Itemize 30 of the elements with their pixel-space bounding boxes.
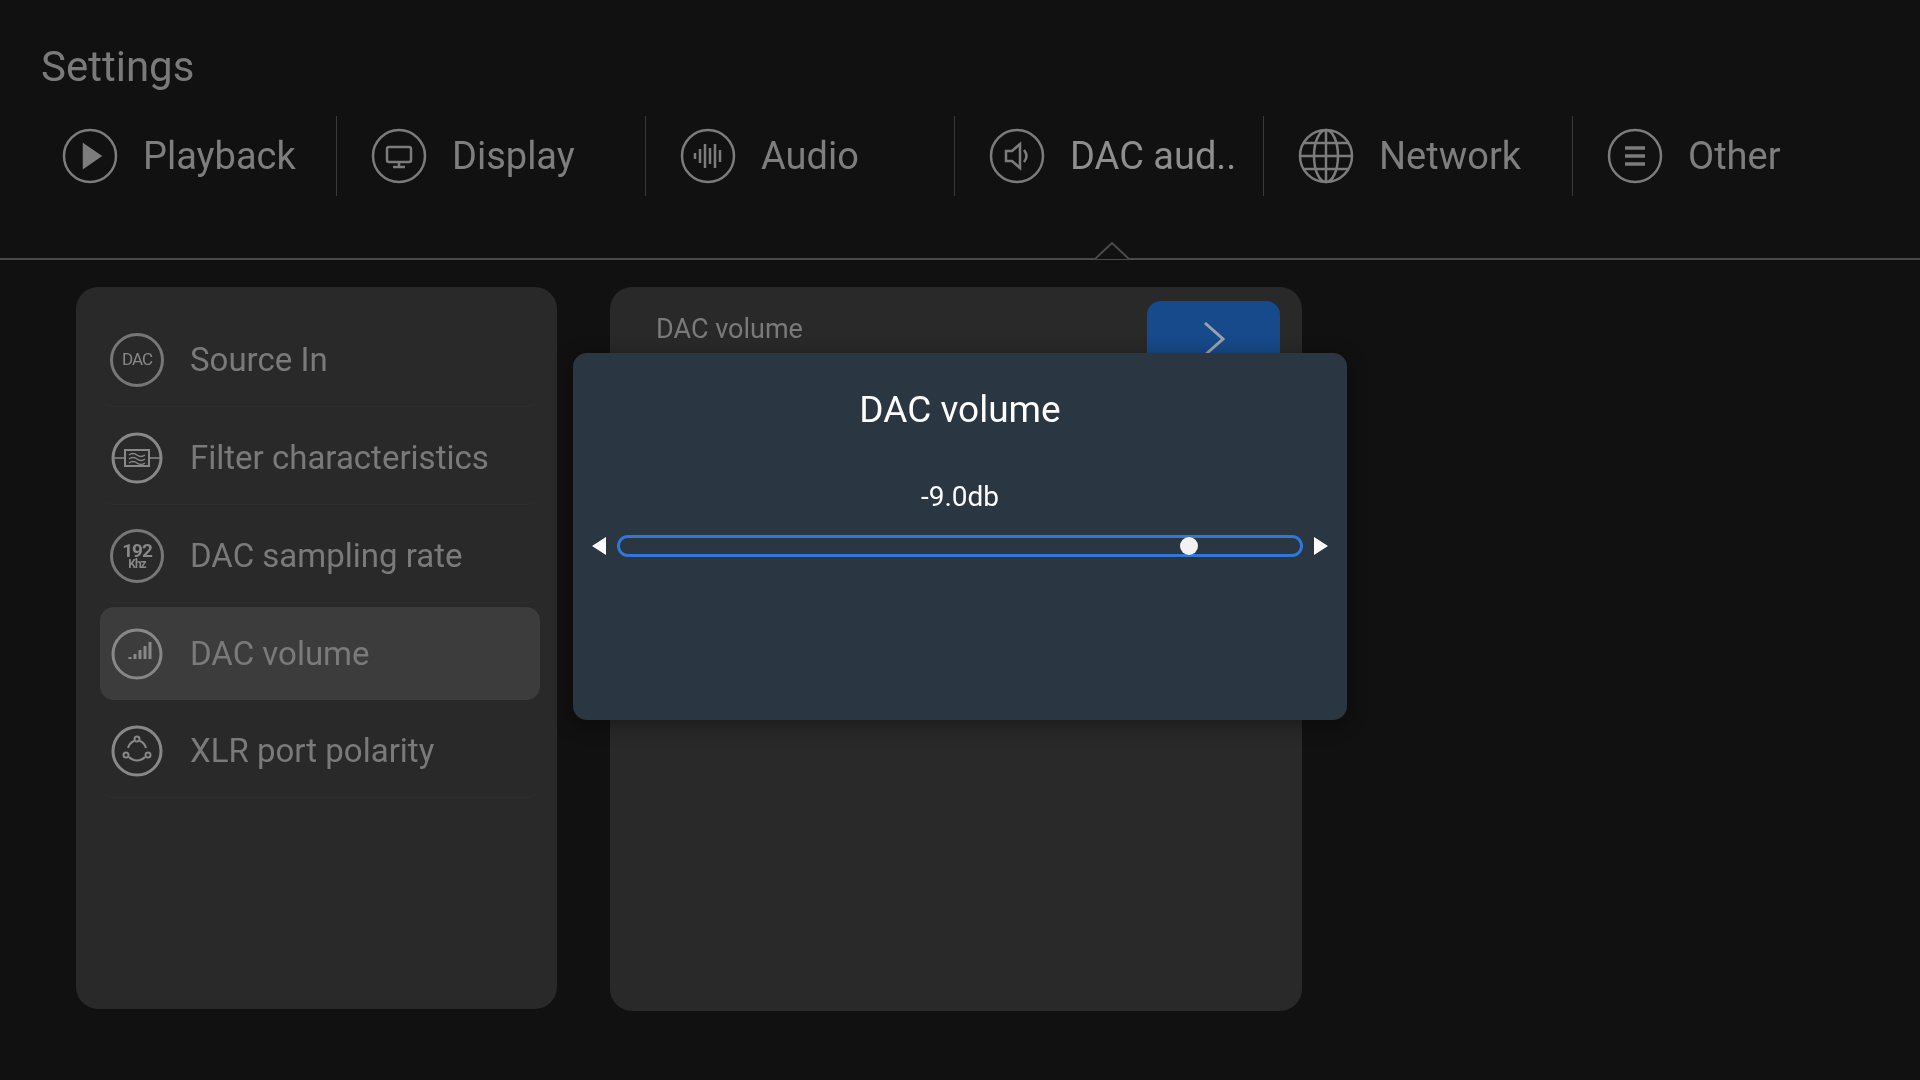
waveform-icon [680,128,736,184]
play-icon [62,128,118,184]
settings-tab[interactable]: DAC aud.. [955,116,1264,196]
volume-reading: -9.0db [920,479,1000,515]
filter-icon [110,430,164,485]
sidebar-item[interactable]: Filter characteristics [100,411,540,505]
settings-tab[interactable]: Other [1573,116,1882,196]
right-arrow-icon[interactable] [1314,537,1328,555]
slider-thumb[interactable] [1180,537,1199,555]
monitor-icon [371,128,427,184]
left-arrow-icon[interactable] [592,537,606,555]
three-pin-icon [110,723,164,778]
settings-tab[interactable]: Audio [646,116,955,196]
settings-tab[interactable]: Network [1264,116,1573,196]
settings-tab[interactable]: Display [337,116,646,196]
volume-bars-icon [110,626,164,681]
dialog-title: DAC volume [859,387,1061,433]
menu-icon [1607,128,1663,184]
badge-icon: DAC [110,332,164,387]
globe-icon [1298,128,1354,184]
badge-icon: 192 Khz [110,528,164,583]
sidebar-item[interactable]: XLR port polarity [100,704,540,798]
setting-label: DAC volume [656,313,803,345]
page-title: Settings [40,41,196,93]
sidebar-item[interactable]: DAC volume [100,607,540,700]
sidebar-item[interactable]: 192 Khz DAC sampling rate [100,509,540,603]
speaker-icon [989,128,1045,184]
settings-tab[interactable]: Playback [28,116,337,196]
volume-slider[interactable] [617,535,1303,557]
sidebar-item[interactable]: DAC Source In [100,313,540,407]
